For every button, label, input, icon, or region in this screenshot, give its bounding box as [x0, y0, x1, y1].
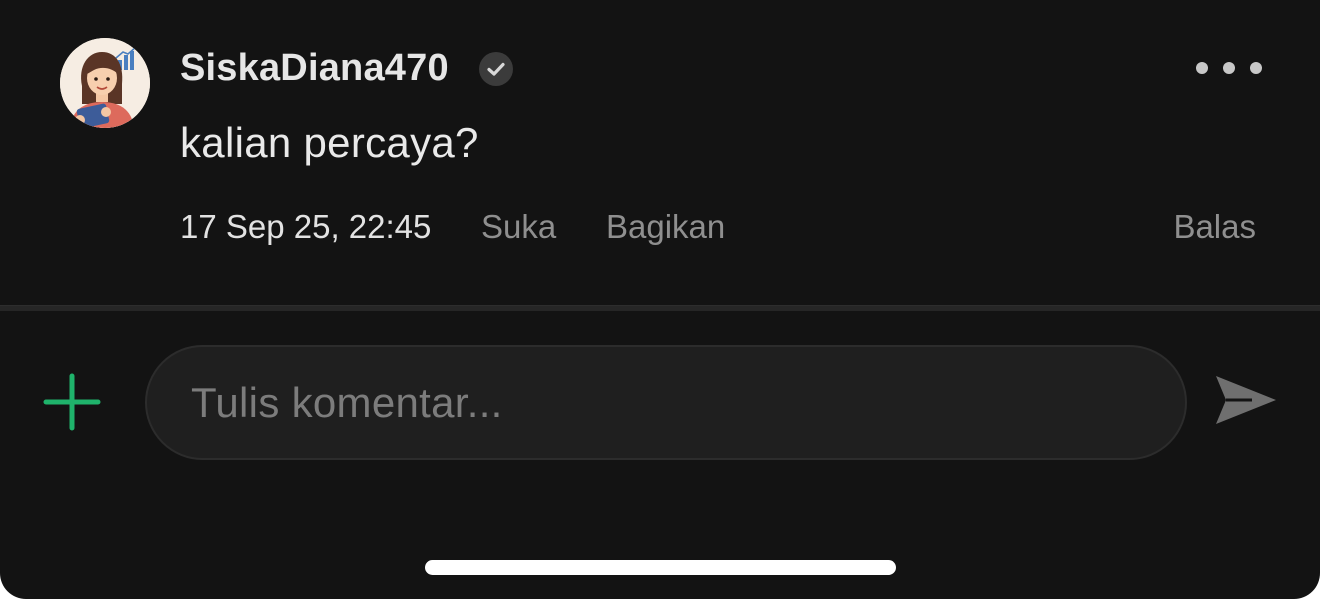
comment-input[interactable]	[191, 375, 1131, 431]
share-button[interactable]: Bagikan	[606, 204, 725, 250]
comment-screen: SiskaDiana470 kalian percaya? 17 Sep 25,…	[0, 0, 1320, 599]
like-button[interactable]: Suka	[481, 204, 556, 250]
comment-timestamp: 17 Sep 25, 22:45	[180, 208, 432, 245]
avatar[interactable]	[60, 38, 150, 128]
more-horizontal-icon	[1196, 62, 1208, 74]
plus-icon[interactable]	[42, 372, 102, 432]
more-options-button[interactable]	[1196, 52, 1262, 84]
avatar-illustration	[60, 38, 150, 128]
reply-button[interactable]: Balas	[1173, 204, 1256, 250]
comment-item: SiskaDiana470 kalian percaya? 17 Sep 25,…	[0, 0, 1320, 305]
divider	[0, 305, 1320, 311]
comment-text: kalian percaya?	[180, 119, 479, 166]
send-icon[interactable]	[1212, 372, 1280, 428]
home-indicator	[425, 560, 896, 575]
username[interactable]: SiskaDiana470	[180, 44, 449, 92]
comment-meta-row: 17 Sep 25, 22:45 Suka Bagikan Balas	[0, 204, 1320, 250]
comment-input-container[interactable]	[145, 345, 1187, 460]
check-badge-icon	[479, 52, 513, 86]
